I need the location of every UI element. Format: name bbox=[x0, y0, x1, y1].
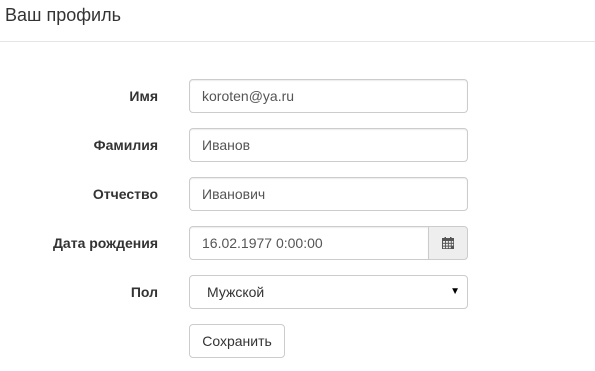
calendar-icon bbox=[442, 237, 454, 249]
save-button[interactable]: Сохранить bbox=[189, 324, 285, 358]
last-name-label: Фамилия bbox=[93, 137, 158, 153]
middle-name-input[interactable] bbox=[189, 177, 468, 211]
first-name-input[interactable] bbox=[189, 79, 468, 113]
gender-select-value: Мужской bbox=[207, 284, 265, 300]
middle-name-label: Отчество bbox=[92, 186, 158, 202]
gender-select[interactable]: Мужской ▼ bbox=[189, 275, 468, 309]
birth-date-label: Дата рождения bbox=[52, 235, 158, 251]
page-header: Ваш профиль bbox=[0, 0, 595, 42]
gender-row: Пол Мужской ▼ bbox=[0, 275, 595, 309]
caret-down-icon: ▼ bbox=[450, 286, 460, 297]
first-name-label: Имя bbox=[129, 88, 158, 104]
middle-name-row: Отчество bbox=[0, 177, 595, 211]
gender-label: Пол bbox=[130, 284, 158, 300]
birth-date-input[interactable] bbox=[189, 226, 429, 260]
calendar-button[interactable] bbox=[428, 226, 468, 260]
last-name-input[interactable] bbox=[189, 128, 468, 162]
last-name-row: Фамилия bbox=[0, 128, 595, 162]
birth-date-row: Дата рождения bbox=[0, 226, 595, 260]
page-title: Ваш профиль bbox=[5, 5, 121, 25]
first-name-row: Имя bbox=[0, 79, 595, 113]
